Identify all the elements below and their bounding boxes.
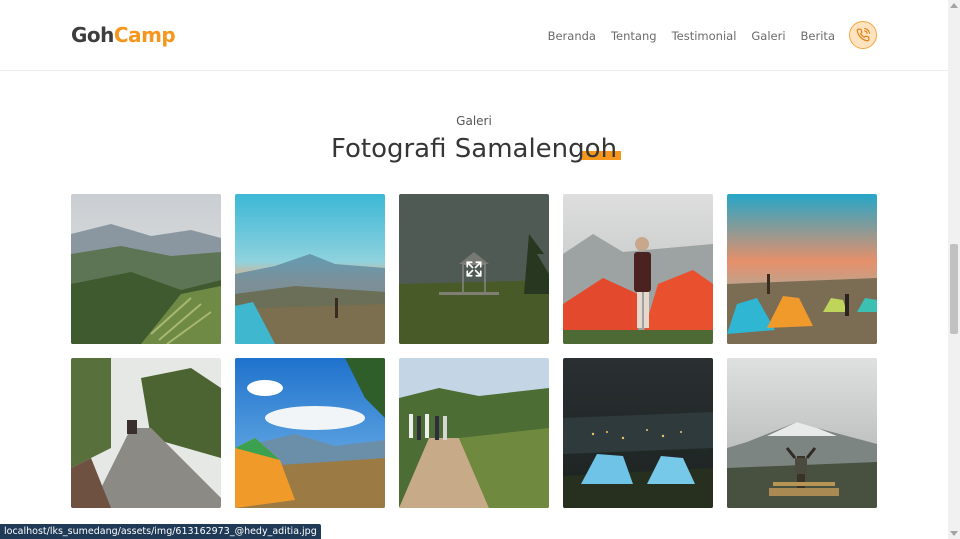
status-bar-url: localhost/lks_sumedang/assets/img/613162… bbox=[0, 524, 321, 539]
title-highlight: Fotografi Samalengoh bbox=[330, 134, 622, 164]
navbar: GohCamp Beranda Tentang Testimonial Gale… bbox=[0, 0, 948, 71]
brand-part-2: Camp bbox=[113, 23, 176, 47]
nav-item-tentang[interactable]: Tentang bbox=[611, 29, 657, 43]
nav-item-beranda[interactable]: Beranda bbox=[548, 29, 596, 43]
brand-logo[interactable]: GohCamp bbox=[71, 23, 176, 47]
brand-part-1: Goh bbox=[71, 23, 114, 47]
phone-icon bbox=[856, 28, 870, 42]
gallery-photo-group-path[interactable] bbox=[399, 358, 549, 508]
gallery-photo-terraced-hills[interactable] bbox=[71, 194, 221, 344]
gallery-photo-orange-tent-sky[interactable] bbox=[235, 358, 385, 508]
scroll-up-icon[interactable] bbox=[950, 3, 958, 8]
nav-item-testimonial[interactable]: Testimonial bbox=[672, 29, 737, 43]
gallery-photo-tents-night[interactable] bbox=[563, 358, 713, 508]
phone-button[interactable] bbox=[849, 21, 877, 49]
gallery-photo-misty-field[interactable] bbox=[399, 194, 549, 344]
scrollbar[interactable] bbox=[948, 0, 960, 539]
gallery-photo-tents-dusk[interactable] bbox=[727, 194, 877, 344]
gallery-photo-hiker-deck[interactable] bbox=[727, 358, 877, 508]
section-title-wrapper: Fotografi Samalengoh bbox=[0, 134, 948, 164]
gallery-photo-mountain-road[interactable] bbox=[71, 358, 221, 508]
section-label: Galeri bbox=[456, 114, 492, 128]
expand-icon[interactable] bbox=[465, 260, 483, 278]
nav-item-galeri[interactable]: Galeri bbox=[751, 29, 785, 43]
scroll-down-icon[interactable] bbox=[950, 531, 958, 536]
nav-item-berita[interactable]: Berita bbox=[801, 29, 835, 43]
gallery-grid bbox=[71, 194, 877, 508]
scroll-thumb[interactable] bbox=[950, 244, 958, 334]
gallery-photo-sunset-valley[interactable] bbox=[235, 194, 385, 344]
main-menu: Beranda Tentang Testimonial Galeri Berit… bbox=[548, 29, 835, 43]
section-title: Fotografi Samalengoh bbox=[330, 134, 618, 164]
gallery-photo-woman-tents[interactable] bbox=[563, 194, 713, 344]
